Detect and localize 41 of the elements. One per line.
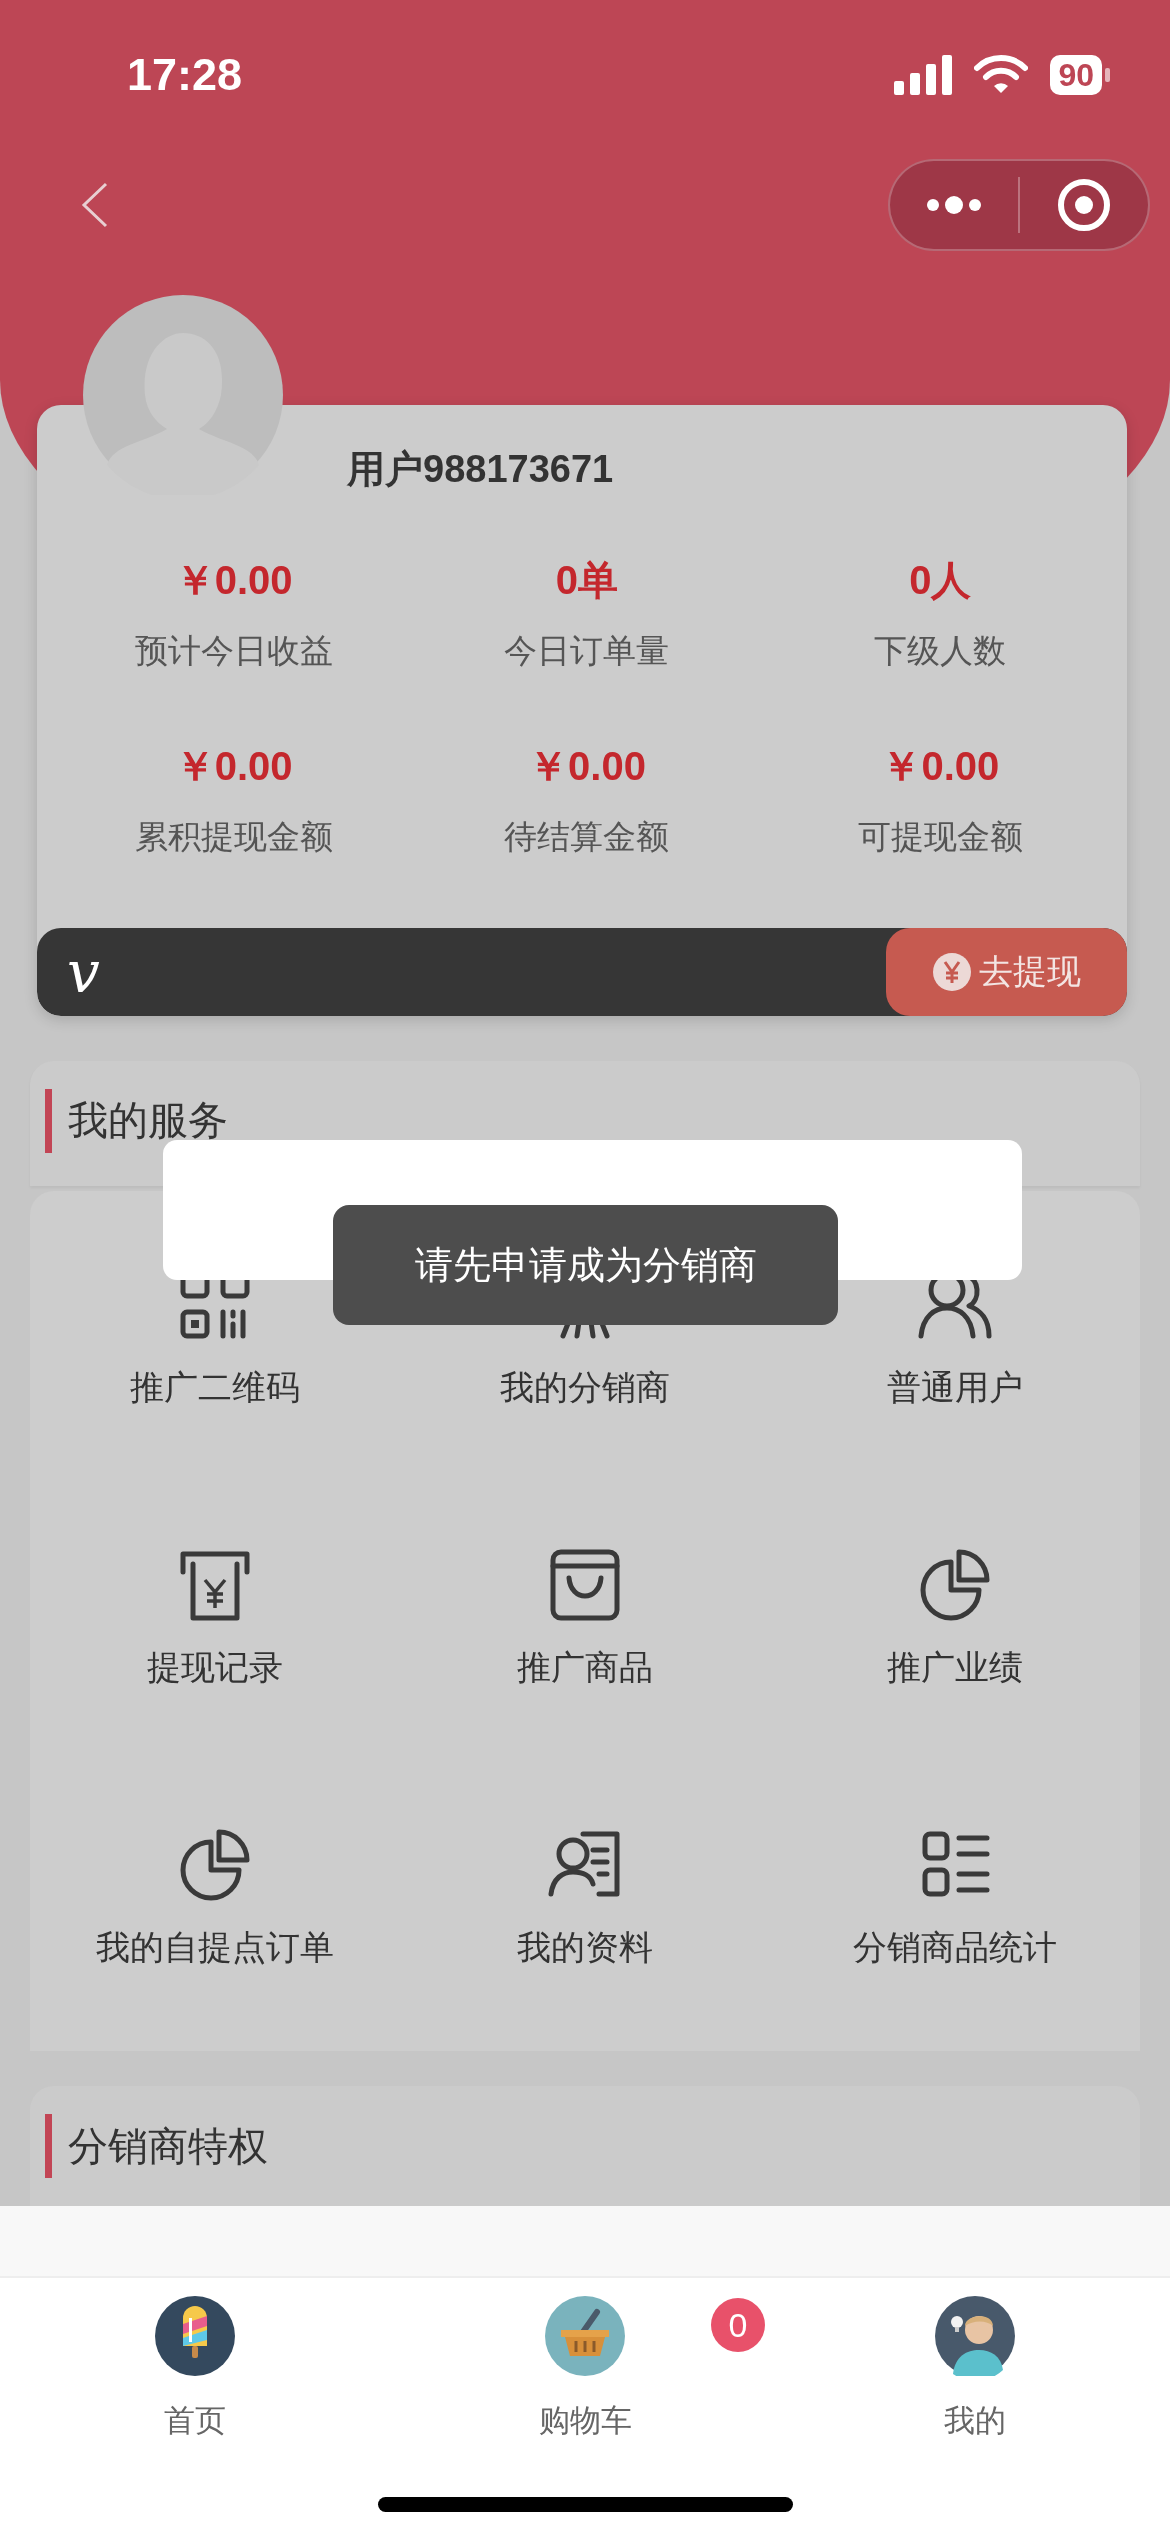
tab-item[interactable]: 我的 bbox=[780, 2278, 1170, 2442]
stat-value: 0单 bbox=[555, 557, 619, 604]
wifi-icon bbox=[974, 55, 1029, 95]
battery-level: 90 bbox=[1050, 55, 1102, 95]
service-item[interactable]: 分销商品统计 bbox=[770, 1751, 1140, 2031]
stat-label: 可提现金额 bbox=[857, 816, 1023, 858]
stat-value: 0人 bbox=[909, 557, 972, 604]
popsicle-icon bbox=[155, 2296, 235, 2376]
person-avatar-icon bbox=[935, 2296, 1015, 2376]
stat-value: ￥0.00 bbox=[174, 557, 293, 604]
back-icon[interactable] bbox=[80, 182, 110, 228]
cart-count-badge: 0 bbox=[711, 2298, 765, 2352]
stat-label: 累积提现金额 bbox=[134, 816, 333, 858]
stat-value: ￥0.00 bbox=[528, 743, 646, 790]
section-title: 分销商特权 bbox=[68, 2121, 268, 2171]
stat-value: ￥0.00 bbox=[881, 743, 1000, 790]
stat-value: ￥0.00 bbox=[174, 743, 293, 790]
tab-item[interactable]: 购物车 0 bbox=[390, 2278, 780, 2442]
username: 用户988173671 bbox=[345, 447, 615, 492]
close-target-icon[interactable] bbox=[1057, 178, 1111, 232]
stat-label: 预计今日收益 bbox=[134, 630, 333, 672]
accent-bar bbox=[45, 2114, 52, 2178]
stat-label: 待结算金额 bbox=[504, 816, 670, 858]
service-item[interactable]: 推广业绩 bbox=[770, 1471, 1140, 1751]
yen-coin-icon bbox=[932, 953, 971, 991]
signal-icon bbox=[894, 55, 953, 95]
status-time: 17:28 bbox=[127, 49, 243, 101]
vip-logo: v bbox=[67, 937, 100, 1007]
toast-message: 请先申请成为分销商 bbox=[333, 1205, 838, 1325]
stat-label: 下级人数 bbox=[874, 630, 1007, 672]
stat-label: 今日订单量 bbox=[504, 630, 670, 672]
tab-item[interactable]: 首页 bbox=[0, 2278, 390, 2442]
more-icon[interactable] bbox=[927, 195, 981, 215]
battery-tip-icon bbox=[1105, 68, 1110, 82]
basket-icon bbox=[545, 2296, 625, 2376]
service-item[interactable]: 我的资料 bbox=[400, 1751, 770, 2031]
service-item[interactable]: 推广商品 bbox=[400, 1471, 770, 1751]
accent-bar bbox=[45, 1088, 52, 1153]
service-item[interactable]: 我的自提点订单 bbox=[30, 1751, 400, 2031]
section-title: 我的服务 bbox=[68, 1096, 228, 1145]
service-item[interactable]: 提现记录 bbox=[30, 1471, 400, 1751]
